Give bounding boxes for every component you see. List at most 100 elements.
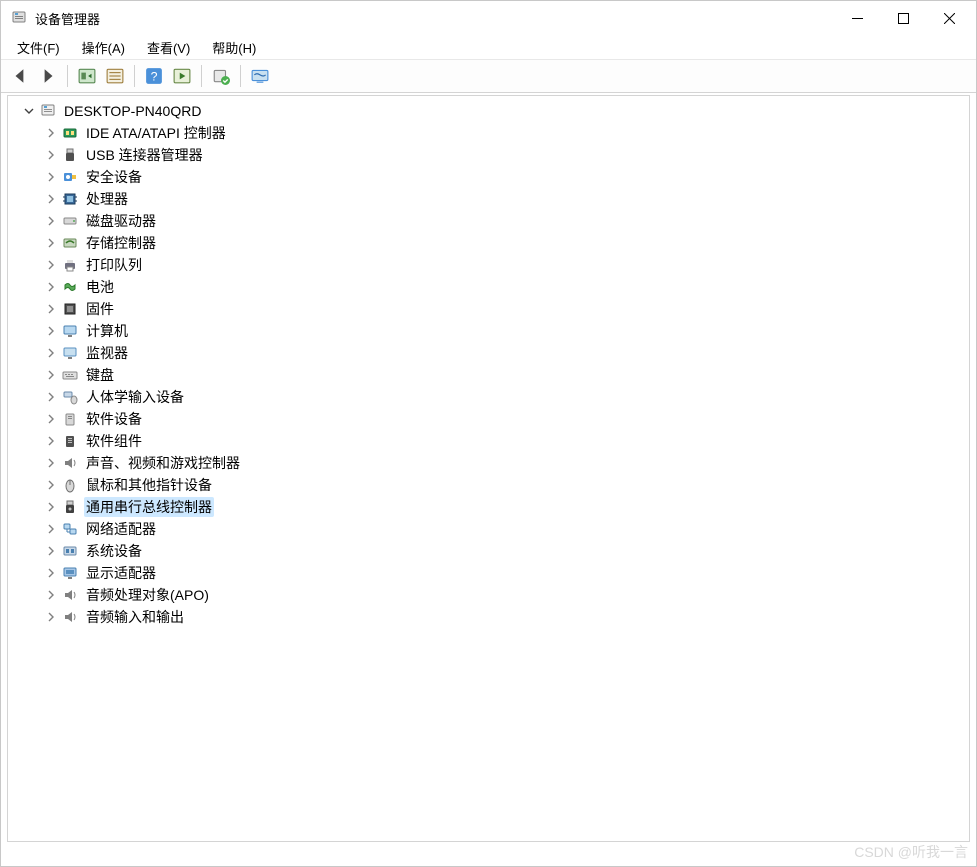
chevron-right-icon[interactable] <box>44 324 58 338</box>
security-key-icon <box>62 169 78 185</box>
menu-action[interactable]: 操作(A) <box>72 36 135 59</box>
tree-root[interactable]: DESKTOP-PN40QRD <box>8 100 969 122</box>
tree-item-label: 软件组件 <box>84 431 144 451</box>
chevron-right-icon[interactable] <box>44 478 58 492</box>
chevron-right-icon[interactable] <box>44 544 58 558</box>
toolbar-separator <box>67 65 68 87</box>
tree-item-6[interactable]: 打印队列 <box>8 254 969 276</box>
chevron-right-icon[interactable] <box>44 192 58 206</box>
tree-item-20[interactable]: 显示适配器 <box>8 562 969 584</box>
tree-item-16[interactable]: 鼠标和其他指针设备 <box>8 474 969 496</box>
chevron-right-icon[interactable] <box>44 302 58 316</box>
tree-item-label: 键盘 <box>84 365 116 385</box>
pc-monitor-icon <box>62 323 78 339</box>
monitor-icon <box>62 345 78 361</box>
tree-item-label: 音频处理对象(APO) <box>84 585 211 605</box>
chevron-right-icon[interactable] <box>44 368 58 382</box>
chevron-right-icon[interactable] <box>44 456 58 470</box>
tree-item-19[interactable]: 系统设备 <box>8 540 969 562</box>
toolbar-properties-button[interactable] <box>102 63 128 89</box>
tree-item-11[interactable]: 键盘 <box>8 364 969 386</box>
soft-comp-icon <box>62 433 78 449</box>
chevron-right-icon[interactable] <box>44 346 58 360</box>
tree-item-label: 鼠标和其他指针设备 <box>84 475 214 495</box>
battery-icon <box>62 279 78 295</box>
chevron-right-icon[interactable] <box>44 566 58 580</box>
tree-item-15[interactable]: 声音、视频和游戏控制器 <box>8 452 969 474</box>
tree-item-22[interactable]: 音频输入和输出 <box>8 606 969 628</box>
close-button[interactable] <box>926 1 972 35</box>
tree-item-18[interactable]: 网络适配器 <box>8 518 969 540</box>
tree-item-7[interactable]: 电池 <box>8 276 969 298</box>
tree-item-label: 处理器 <box>84 189 130 209</box>
toolbar-monitor-button[interactable] <box>247 63 273 89</box>
usb-ctrl-icon <box>62 499 78 515</box>
chevron-right-icon[interactable] <box>44 148 58 162</box>
tree-item-label: USB 连接器管理器 <box>84 145 205 165</box>
tree-item-label: 安全设备 <box>84 167 144 187</box>
tree-item-label: IDE ATA/ATAPI 控制器 <box>84 123 228 143</box>
toolbar-forward-button[interactable] <box>35 63 61 89</box>
tree-item-5[interactable]: 存储控制器 <box>8 232 969 254</box>
app-icon <box>11 10 27 26</box>
tree-item-8[interactable]: 固件 <box>8 298 969 320</box>
maximize-button[interactable] <box>880 1 926 35</box>
tree-item-label: 人体学输入设备 <box>84 387 186 407</box>
chevron-down-icon[interactable] <box>22 104 36 118</box>
chevron-right-icon[interactable] <box>44 258 58 272</box>
titlebar: 设备管理器 <box>1 1 976 35</box>
speaker-icon <box>62 455 78 471</box>
toolbar-separator <box>240 65 241 87</box>
tree-item-label: 系统设备 <box>84 541 144 561</box>
tree-item-label: 软件设备 <box>84 409 144 429</box>
toolbar-separator <box>134 65 135 87</box>
toolbar-show-hide-button[interactable] <box>74 63 100 89</box>
tree-item-2[interactable]: 安全设备 <box>8 166 969 188</box>
chevron-right-icon[interactable] <box>44 434 58 448</box>
tree-item-1[interactable]: USB 连接器管理器 <box>8 144 969 166</box>
chevron-right-icon[interactable] <box>44 170 58 184</box>
tree-root-label: DESKTOP-PN40QRD <box>62 103 203 119</box>
tree-item-4[interactable]: 磁盘驱动器 <box>8 210 969 232</box>
tree-item-3[interactable]: 处理器 <box>8 188 969 210</box>
tree-item-0[interactable]: IDE ATA/ATAPI 控制器 <box>8 122 969 144</box>
tree-item-14[interactable]: 软件组件 <box>8 430 969 452</box>
tree-item-label: 音频输入和输出 <box>84 607 186 627</box>
device-tree[interactable]: DESKTOP-PN40QRD IDE ATA/ATAPI 控制器USB 连接器管… <box>7 95 970 842</box>
tree-item-21[interactable]: 音频处理对象(APO) <box>8 584 969 606</box>
chevron-right-icon[interactable] <box>44 522 58 536</box>
chevron-right-icon[interactable] <box>44 280 58 294</box>
window-controls <box>834 1 972 35</box>
toolbar-scan-button[interactable] <box>169 63 195 89</box>
minimize-button[interactable] <box>834 1 880 35</box>
tree-item-10[interactable]: 监视器 <box>8 342 969 364</box>
menu-view[interactable]: 查看(V) <box>137 36 200 59</box>
tree-item-label: 显示适配器 <box>84 563 158 583</box>
toolbar-enable-button[interactable] <box>208 63 234 89</box>
tree-item-17[interactable]: 通用串行总线控制器 <box>8 496 969 518</box>
chevron-right-icon[interactable] <box>44 500 58 514</box>
menu-file[interactable]: 文件(F) <box>7 36 70 59</box>
soft-dev-icon <box>62 411 78 427</box>
toolbar-help-button[interactable]: ? <box>141 63 167 89</box>
tree-item-label: 监视器 <box>84 343 130 363</box>
svg-text:?: ? <box>151 70 158 84</box>
chevron-right-icon[interactable] <box>44 588 58 602</box>
menu-help[interactable]: 帮助(H) <box>202 36 266 59</box>
tree-item-9[interactable]: 计算机 <box>8 320 969 342</box>
toolbar-separator <box>201 65 202 87</box>
tree-item-12[interactable]: 人体学输入设备 <box>8 386 969 408</box>
cpu-chip-icon <box>62 191 78 207</box>
chevron-right-icon[interactable] <box>44 126 58 140</box>
chevron-right-icon[interactable] <box>44 214 58 228</box>
chevron-right-icon[interactable] <box>44 236 58 250</box>
speaker-icon <box>62 609 78 625</box>
watermark: CSDN @听我一言 <box>854 842 968 862</box>
window-title: 设备管理器 <box>35 9 100 28</box>
toolbar-back-button[interactable] <box>7 63 33 89</box>
chevron-right-icon[interactable] <box>44 412 58 426</box>
tree-item-label: 电池 <box>84 277 116 297</box>
chevron-right-icon[interactable] <box>44 610 58 624</box>
chevron-right-icon[interactable] <box>44 390 58 404</box>
tree-item-13[interactable]: 软件设备 <box>8 408 969 430</box>
